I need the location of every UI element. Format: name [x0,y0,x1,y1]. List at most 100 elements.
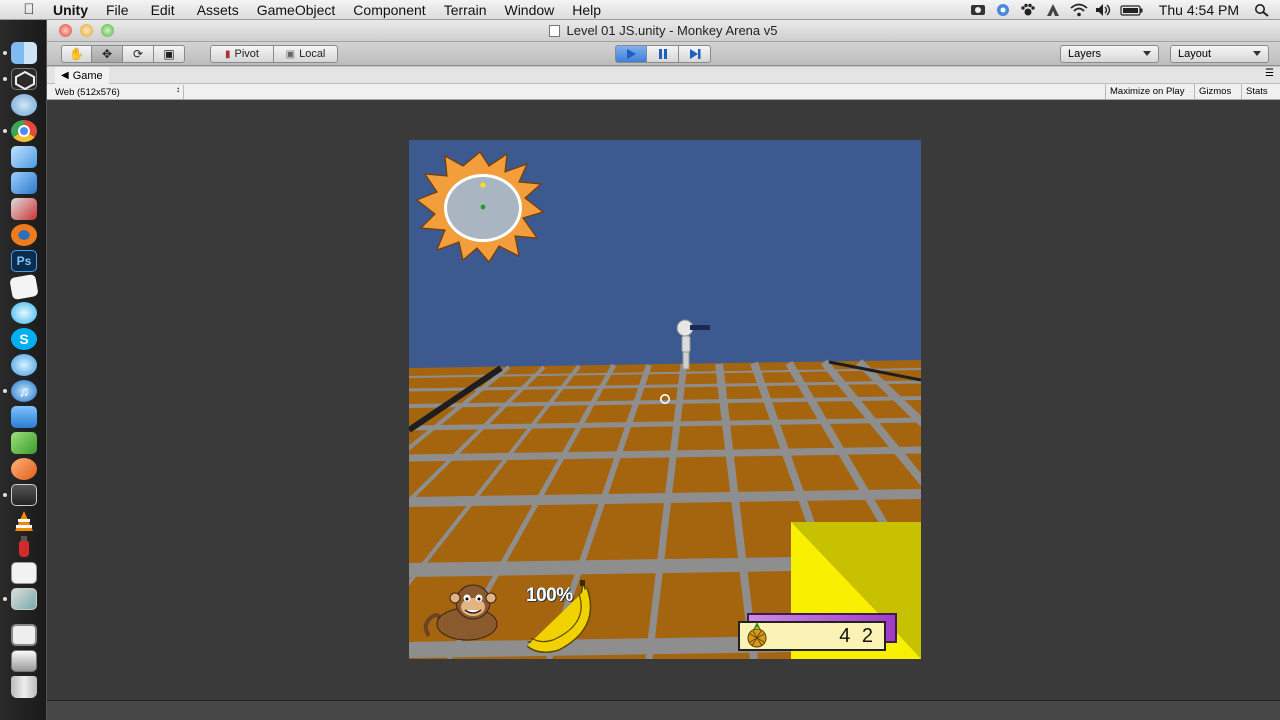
sync-status-icon[interactable] [995,3,1011,17]
scale-icon: ▣ [163,47,175,61]
pivot-label: Pivot [234,48,259,60]
unity-icon[interactable] [11,68,37,91]
menubar-clock[interactable]: Thu 4:54 PM [1159,2,1239,18]
trash-icon[interactable] [11,676,37,698]
messages-icon[interactable] [11,354,37,376]
step-button[interactable] [678,45,711,63]
app-icon[interactable] [11,406,37,428]
chevron-down-icon [1253,51,1261,56]
layers-label: Layers [1068,48,1102,60]
radar-minimap [415,151,545,263]
pen-icon[interactable] [11,562,37,584]
layout-dropdown[interactable]: Layout [1170,45,1269,63]
menu-gameobject[interactable]: GameObject [257,2,354,18]
volume-icon[interactable] [1095,3,1111,17]
vlc-icon[interactable] [11,510,37,532]
screen-recorder-icon[interactable] [970,3,986,17]
menu-app-unity[interactable]: Unity [53,2,106,18]
monkey-icon [423,584,498,641]
aqua-icon[interactable] [11,302,37,324]
extinguisher-icon[interactable] [11,536,37,558]
game-tab-bar: ◀ Game ☰ [47,67,1280,84]
play-icon [627,49,636,59]
pineapple-icon [747,622,767,648]
menu-help[interactable]: Help [572,2,613,18]
paper-icon[interactable] [9,273,39,301]
files-icon[interactable] [11,650,37,672]
cube-icon[interactable] [11,146,37,168]
maximize-on-play-toggle[interactable]: Maximize on Play [1105,84,1188,99]
itunes-icon[interactable]: ♫ [11,380,37,402]
battery-icon[interactable] [1120,3,1144,17]
hook-icon[interactable] [11,458,37,480]
radar-player-dot [480,204,486,210]
radar-enemy-dot [480,182,486,188]
document-icon [549,25,561,37]
move-tool-button[interactable]: ✥ [91,45,123,63]
preview-icon[interactable] [11,172,37,194]
layout-label: Layout [1178,48,1212,60]
resolution-dropdown[interactable]: Web (512x576) ↕ [55,85,184,99]
skype-icon[interactable]: S [11,328,37,350]
menu-component[interactable]: Component [353,2,443,18]
robot-enemy [676,319,710,370]
spotlight-search-icon[interactable] [1254,3,1270,17]
title-bar: Level 01 JS.unity - Monkey Arena v5 [47,20,1280,42]
blender-icon[interactable] [11,224,37,246]
puzzle-icon[interactable] [11,432,37,454]
menu-file[interactable]: File [106,2,151,18]
running-indicator [3,77,7,81]
photoshop-icon[interactable]: Ps [11,250,37,272]
clapper-icon[interactable] [11,484,37,506]
score-box: 4 2 [738,621,886,651]
move-icon: ✥ [101,47,113,61]
toolbar: ✋ ✥ ⟳ ▣ ▮ Pivot ▣ Local Layers Layout [47,42,1280,66]
scale-tool-button[interactable]: ▣ [153,45,185,63]
wifi-icon[interactable] [1070,3,1088,17]
photos-icon[interactable] [11,588,37,610]
gizmos-label: Gizmos [1199,86,1232,97]
stats-toggle[interactable]: Stats [1241,84,1272,99]
menu-assets[interactable]: Assets [197,2,257,18]
game-view-toolbar: Web (512x576) ↕ Maximize on Play Gizmos … [47,84,1280,100]
hand-icon: ✋ [69,47,84,61]
banana-icon [526,580,592,653]
pause-button[interactable] [646,45,679,63]
game-render-frame[interactable]: 100% 4 2 [409,140,921,659]
running-indicator [3,389,7,393]
tools-icon[interactable] [11,198,37,220]
rotate-icon: ⟳ [132,47,144,61]
rotate-tool-button[interactable]: ⟳ [122,45,154,63]
dock: Ps S ♫ [0,20,47,720]
chrome-icon[interactable] [11,120,37,142]
menu-edit[interactable]: Edit [151,2,197,18]
adobe-icon[interactable] [1045,3,1061,17]
maximize-on-play-label: Maximize on Play [1110,86,1185,97]
running-indicator [3,597,7,601]
updown-arrows-icon: ↕ [176,85,180,94]
stats-label: Stats [1246,86,1268,97]
tab-game[interactable]: ◀ Game [55,67,109,84]
local-toggle-button[interactable]: ▣ Local [273,45,338,63]
chevron-down-icon [1143,51,1151,56]
local-label: Local [299,48,326,60]
finder-icon[interactable] [11,42,37,64]
apple-icon[interactable]:  [19,1,39,18]
gizmos-toggle[interactable]: Gizmos [1194,84,1235,99]
paw-icon[interactable] [1020,3,1036,17]
layers-dropdown[interactable]: Layers [1060,45,1159,63]
pivot-toggle-button[interactable]: ▮ Pivot [210,45,274,63]
hand-tool-button[interactable]: ✋ [61,45,92,63]
unity-window: Level 01 JS.unity - Monkey Arena v5 ✋ ✥ … [47,20,1280,720]
pause-icon [658,49,667,59]
tab-menu-icon[interactable]: ☰ [1265,68,1274,79]
sync-icon[interactable] [11,94,37,116]
window-icon[interactable] [11,624,37,646]
game-tab-label: Game [72,69,103,82]
menu-terrain[interactable]: Terrain [444,2,505,18]
play-button[interactable] [615,45,647,63]
menu-window[interactable]: Window [504,2,572,18]
game-view[interactable]: 100% 4 2 [47,100,1280,700]
resolution-label: Web (512x576) [55,86,120,98]
crosshair-icon [660,394,670,404]
